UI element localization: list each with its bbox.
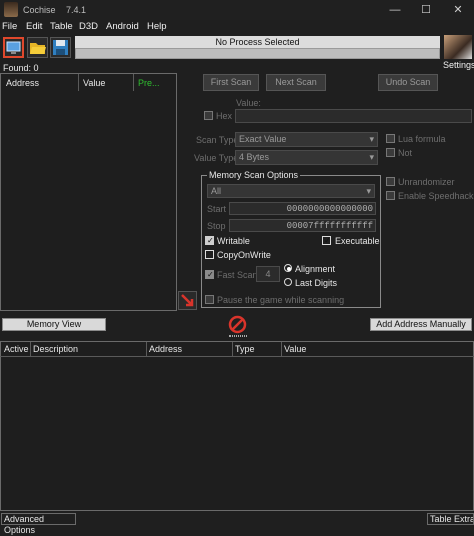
computer-icon (6, 41, 21, 54)
first-scan-button[interactable]: First Scan (203, 74, 259, 91)
addr-col-active[interactable]: Active (4, 344, 29, 356)
pause-game-checkbox[interactable] (205, 295, 214, 304)
header-divider (0, 356, 474, 357)
fast-scan-checkbox[interactable] (205, 270, 214, 279)
maximize-button[interactable]: ☐ (411, 1, 441, 19)
settings-logo-icon[interactable] (444, 35, 472, 59)
unrandomizer-checkbox[interactable] (386, 177, 395, 186)
add-to-list-button[interactable] (178, 291, 197, 310)
copy-on-write-label: CopyOnWrite (217, 250, 271, 260)
not-label: Not (398, 148, 413, 158)
red-arrow-icon (181, 294, 194, 307)
start-address-input[interactable]: 0000000000000000 (229, 202, 376, 215)
hex-label: Hex (216, 111, 233, 121)
advanced-options-button[interactable]: Advanced Options (1, 513, 76, 535)
menu-edit[interactable]: Edit (26, 21, 42, 32)
pause-game-label: Pause the game while scanning (217, 295, 345, 305)
writable-label: Writable (217, 236, 250, 246)
add-address-manually-button[interactable]: Add Address Manually (370, 318, 472, 331)
col-divider (30, 342, 31, 356)
window-title: Cochise (23, 5, 56, 15)
copy-on-write-checkbox[interactable] (205, 250, 214, 259)
stop-address-input[interactable]: 00007fffffffffff (229, 219, 376, 232)
menu-d3d[interactable]: D3D (79, 21, 98, 32)
hex-checkbox[interactable] (204, 111, 213, 120)
value-type-label: Value Type (194, 153, 239, 163)
last-digits-label: Last Digits (295, 278, 338, 288)
addr-col-address[interactable]: Address (149, 344, 182, 356)
col-divider (78, 74, 79, 91)
address-list[interactable] (0, 341, 474, 511)
open-folder-icon (30, 43, 46, 54)
process-label: No Process Selected (75, 36, 440, 48)
results-col-previous[interactable]: Pre... (138, 78, 160, 88)
value-label: Value: (236, 98, 261, 108)
scan-type-select[interactable]: Exact Value (235, 132, 378, 147)
window-version: 7.4.1 (66, 5, 87, 15)
enable-speedhack-checkbox[interactable] (386, 191, 395, 200)
menu-file[interactable]: File (2, 21, 17, 32)
fast-scan-label: Fast Scan (217, 270, 258, 280)
addr-col-value[interactable]: Value (284, 344, 306, 356)
addr-col-type[interactable]: Type (235, 344, 255, 356)
scan-type-label: Scan Type (196, 135, 239, 145)
alignment-radio[interactable] (284, 264, 292, 272)
settings-label[interactable]: Settings (443, 60, 474, 70)
col-divider (146, 342, 147, 356)
last-digits-radio[interactable] (284, 278, 292, 286)
alignment-label: Alignment (295, 264, 336, 274)
col-divider (133, 74, 134, 91)
lua-formula-label: Lua formula (398, 134, 446, 144)
select-process-button[interactable] (3, 37, 24, 58)
undo-scan-button[interactable]: Undo Scan (378, 74, 438, 91)
lua-formula-checkbox[interactable] (386, 134, 395, 143)
app-logo-icon (4, 2, 18, 17)
executable-label: Executable (335, 236, 380, 246)
fast-scan-input[interactable]: 4 (256, 266, 280, 282)
results-list[interactable] (0, 73, 177, 311)
writable-checkbox[interactable] (205, 236, 214, 245)
executable-checkbox[interactable] (322, 236, 331, 245)
start-label: Start (207, 204, 227, 214)
found-count: Found: 0 (3, 63, 39, 73)
results-col-value[interactable]: Value (83, 78, 105, 88)
memory-view-button[interactable]: Memory View (2, 318, 106, 331)
results-col-address[interactable]: Address (6, 78, 39, 88)
stop-scan-button[interactable] (228, 315, 247, 334)
next-scan-button[interactable]: Next Scan (266, 74, 326, 91)
table-extras-button[interactable]: Table Extras (427, 513, 474, 525)
save-file-button[interactable] (50, 37, 71, 58)
close-button[interactable]: ✕ (443, 1, 473, 19)
value-input[interactable] (235, 109, 472, 123)
col-divider (232, 342, 233, 356)
memory-scan-options-title: Memory Scan Options (207, 170, 301, 180)
menu-android[interactable]: Android (106, 21, 139, 32)
save-icon (53, 40, 68, 55)
menu-table[interactable]: Table (50, 21, 73, 32)
addr-col-description[interactable]: Description (33, 344, 78, 356)
splitter-handle[interactable] (229, 335, 247, 337)
scan-progress-bar (75, 48, 440, 59)
open-file-button[interactable] (27, 37, 48, 58)
stop-label: Stop (207, 221, 226, 231)
minimize-button[interactable]: — (380, 1, 410, 19)
memory-region-select[interactable]: All (207, 184, 375, 198)
value-type-select[interactable]: 4 Bytes (235, 150, 378, 165)
enable-speedhack-label: Enable Speedhack (398, 191, 474, 201)
no-entry-icon (228, 315, 247, 334)
col-divider (281, 342, 282, 356)
not-checkbox[interactable] (386, 148, 395, 157)
unrandomizer-label: Unrandomizer (398, 177, 455, 187)
menu-help[interactable]: Help (147, 21, 167, 32)
